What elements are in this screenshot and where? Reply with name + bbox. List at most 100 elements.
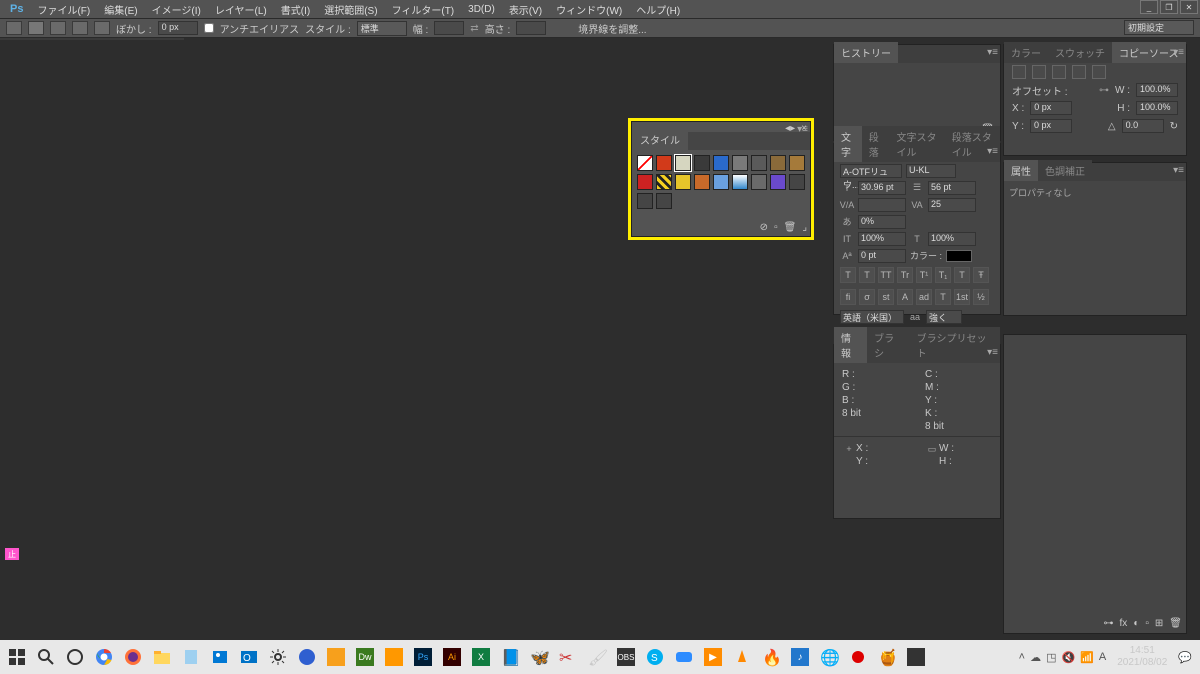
h-input[interactable]: 100.0% [1136,101,1178,115]
x-input[interactable]: 0 px [1030,101,1072,115]
window-maximize-button[interactable]: ❐ [1160,0,1178,14]
props-tab[interactable]: 属性 [1004,160,1038,181]
lyr-ico-6[interactable]: 🗑 [1169,618,1182,629]
style-swatch-19[interactable] [656,193,672,209]
obs-icon[interactable]: OBS [613,644,639,670]
reset-icon[interactable]: ↻ [1170,121,1178,132]
style-swatch-15[interactable] [751,174,767,190]
opentype-btn-3[interactable]: A [897,289,913,305]
lyr-ico-3[interactable]: ◐ [1133,618,1139,629]
menu-type[interactable]: 書式(I) [275,0,316,19]
type-style-btn-7[interactable]: Ŧ [973,267,989,283]
style-clear-icon[interactable]: ⊘ [760,222,768,233]
swap-wh-icon[interactable]: ⇄ [470,23,478,34]
opentype-btn-7[interactable]: ½ [973,289,989,305]
antialias-select[interactable]: 強く [926,310,962,324]
tray-chevron-icon[interactable]: ˄ [1019,651,1025,663]
zoom-icon[interactable] [671,644,697,670]
style-swatch-17[interactable] [789,174,805,190]
charstyle-tab[interactable]: 文字スタイル [890,126,945,162]
menu-layer[interactable]: レイヤー(L) [209,0,273,19]
style-swatch-6[interactable] [751,155,767,171]
menu-view[interactable]: 表示(V) [503,0,548,19]
clone-src-4[interactable] [1072,65,1086,79]
swatch-tab[interactable]: スウォッチ [1048,42,1112,63]
menu-filter[interactable]: フィルター(T) [386,0,461,19]
type-style-btn-5[interactable]: T₁ [935,267,951,283]
char-menu-icon[interactable]: ▾≡ [987,146,998,157]
fontsize-input[interactable]: 30.96 pt [858,181,906,195]
style-swatch-4[interactable] [713,155,729,171]
app-icon-4[interactable]: 🖌 [584,644,610,670]
info-menu-icon[interactable]: ▾≡ [987,347,998,358]
type-style-btn-1[interactable]: T [859,267,875,283]
style-swatch-12[interactable] [694,174,710,190]
skype-icon[interactable]: S [642,644,668,670]
photoshop-icon[interactable]: Ps [410,644,436,670]
opentype-btn-5[interactable]: T [935,289,951,305]
width-input[interactable] [434,21,464,35]
style-swatch-5[interactable] [732,155,748,171]
history-tab[interactable]: ヒストリー [834,42,898,63]
window-close-button[interactable]: ✕ [1180,0,1198,14]
angle-input[interactable]: 0.0 [1122,119,1164,133]
opentype-btn-2[interactable]: st [878,289,894,305]
font-family-select[interactable]: A-OTFリュウ... [840,164,902,178]
workspace-select[interactable]: 初期設定 [1124,20,1194,35]
explorer-icon[interactable] [149,644,175,670]
kerning-input[interactable] [858,198,906,212]
link-icon[interactable]: ⊶ [1099,85,1109,96]
style-swatch-16[interactable] [770,174,786,190]
menu-image[interactable]: イメージ(I) [146,0,207,19]
opentype-btn-6[interactable]: 1st [954,289,970,305]
history-menu-icon[interactable]: ▾≡ [987,47,998,58]
photos-icon[interactable] [207,644,233,670]
feather-input[interactable]: 0 px [158,21,198,35]
baseline-input[interactable]: 0 pt [858,249,906,263]
style-swatch-8[interactable] [789,155,805,171]
clone-src-1[interactable] [1012,65,1026,79]
clone-src-3[interactable] [1052,65,1066,79]
style-swatch-0[interactable] [637,155,653,171]
lyr-ico-1[interactable]: ⊶ [1104,618,1114,629]
scale-input[interactable]: 0% [858,215,906,229]
globe-icon[interactable]: 🌐 [816,644,842,670]
style-swatch-14[interactable] [732,174,748,190]
style-swatch-3[interactable] [694,155,710,171]
w-input[interactable]: 100.0% [1136,83,1178,97]
butterfly-icon[interactable]: 🦋 [526,644,552,670]
height-input[interactable] [516,21,546,35]
illustrator-icon[interactable]: Ai [439,644,465,670]
opt-add-selection-icon[interactable] [50,21,66,35]
notepad-icon[interactable] [178,644,204,670]
char-tab[interactable]: 文字 [834,126,862,162]
color-tab[interactable]: カラー [1004,42,1048,63]
opt-intersect-selection-icon[interactable] [94,21,110,35]
menu-window[interactable]: ウィンドウ(W) [550,0,628,19]
opentype-btn-4[interactable]: ad [916,289,932,305]
firefox-icon[interactable] [120,644,146,670]
hscale-input[interactable]: 100% [928,232,976,246]
color-menu-icon[interactable]: ▾≡ [1173,47,1184,58]
record-icon[interactable] [845,644,871,670]
adjust-tab[interactable]: 色調補正 [1038,160,1092,181]
brush-tab[interactable]: ブラシ [867,327,910,363]
style-new-icon[interactable]: ▫ [774,222,778,233]
style-swatch-11[interactable] [675,174,691,190]
menu-select[interactable]: 選択範囲(S) [318,0,383,19]
tray-wifi-icon[interactable]: 📶 [1080,651,1094,664]
app-icon-6[interactable]: 🍯 [874,644,900,670]
type-style-btn-4[interactable]: T¹ [916,267,932,283]
leading-input[interactable]: 56 pt [928,181,976,195]
tray-volume-icon[interactable]: 🔇 [1061,651,1075,664]
sublime-icon[interactable] [381,644,407,670]
para-tab[interactable]: 段落 [862,126,890,162]
vlc-icon[interactable] [729,644,755,670]
style-swatch-13[interactable] [713,174,729,190]
panel-resize-icon[interactable]: ⌟ [802,222,807,233]
lyr-ico-2[interactable]: fx [1120,618,1128,629]
style-swatch-18[interactable] [637,193,653,209]
style-swatch-7[interactable] [770,155,786,171]
refine-edge-button[interactable]: 境界線を調整... [578,21,646,36]
font-weight-select[interactable]: U-KL [906,164,956,178]
